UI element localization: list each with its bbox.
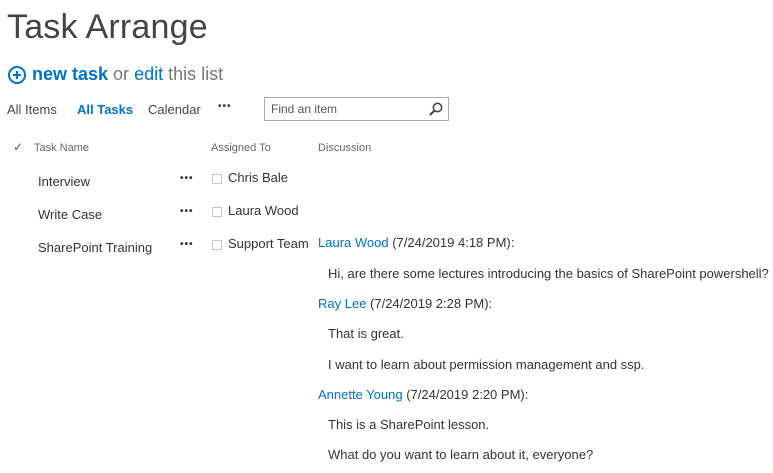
assignee-checkbox[interactable] <box>212 240 222 250</box>
row-menu-button[interactable]: ••• <box>180 173 194 184</box>
new-item-bar: new task or edit this list <box>8 64 223 85</box>
search-icon[interactable] <box>429 102 443 116</box>
assigned-to-name[interactable]: Support Team <box>228 236 309 251</box>
discussion-author-link[interactable]: Annette Young <box>318 387 403 402</box>
search-input[interactable] <box>265 98 435 120</box>
more-views-button[interactable]: ••• <box>218 101 232 112</box>
column-header-discussion[interactable]: Discussion <box>318 142 371 154</box>
edit-list-link[interactable]: edit <box>134 64 163 85</box>
search-box <box>264 97 449 121</box>
task-name-write-case[interactable]: Write Case <box>38 207 102 222</box>
discussion-date: (7/24/2019 4:18 PM): <box>388 235 515 250</box>
row-menu-button[interactable]: ••• <box>180 206 194 217</box>
discussion-entry-header: Annette Young (7/24/2019 2:20 PM): <box>318 387 528 402</box>
task-name-interview[interactable]: Interview <box>38 174 90 189</box>
task-name-sharepoint-training[interactable]: SharePoint Training <box>38 240 152 255</box>
discussion-message: What do you want to learn about it, ever… <box>328 447 594 462</box>
row-menu-button[interactable]: ••• <box>180 239 194 250</box>
discussion-entry-header: Ray Lee (7/24/2019 2:28 PM): <box>318 296 492 311</box>
column-header-task-name[interactable]: Task Name <box>34 142 89 154</box>
add-circle-icon[interactable] <box>8 65 26 84</box>
discussion-entry-header: Laura Wood (7/24/2019 4:18 PM): <box>318 235 514 250</box>
view-all-tasks[interactable]: All Tasks <box>77 102 133 117</box>
new-task-link[interactable]: new task <box>32 64 108 85</box>
assignee-checkbox[interactable] <box>212 207 222 217</box>
discussion-author-link[interactable]: Ray Lee <box>318 296 366 311</box>
discussion-message: Hi, are there some lectures introducing … <box>328 266 769 281</box>
select-all-checkmark-icon[interactable]: ✓ <box>13 140 23 154</box>
discussion-date: (7/24/2019 2:20 PM): <box>402 387 529 402</box>
view-calendar[interactable]: Calendar <box>148 102 201 117</box>
this-list-text: this list <box>168 64 224 84</box>
discussion-author-link[interactable]: Laura Wood <box>318 235 389 250</box>
column-header-assigned-to[interactable]: Assigned To <box>211 142 271 154</box>
or-text: or <box>113 64 130 84</box>
view-all-items[interactable]: All Items <box>7 102 57 117</box>
assigned-to-name[interactable]: Chris Bale <box>228 170 288 185</box>
assignee-checkbox[interactable] <box>212 174 222 184</box>
discussion-message: That is great. <box>328 326 404 341</box>
discussion-message: I want to learn about permission managem… <box>328 357 645 372</box>
page-title: Task Arrange <box>7 8 208 46</box>
discussion-date: (7/24/2019 2:28 PM): <box>366 296 493 311</box>
assigned-to-name[interactable]: Laura Wood <box>228 203 299 218</box>
discussion-message: This is a SharePoint lesson. <box>328 417 490 432</box>
